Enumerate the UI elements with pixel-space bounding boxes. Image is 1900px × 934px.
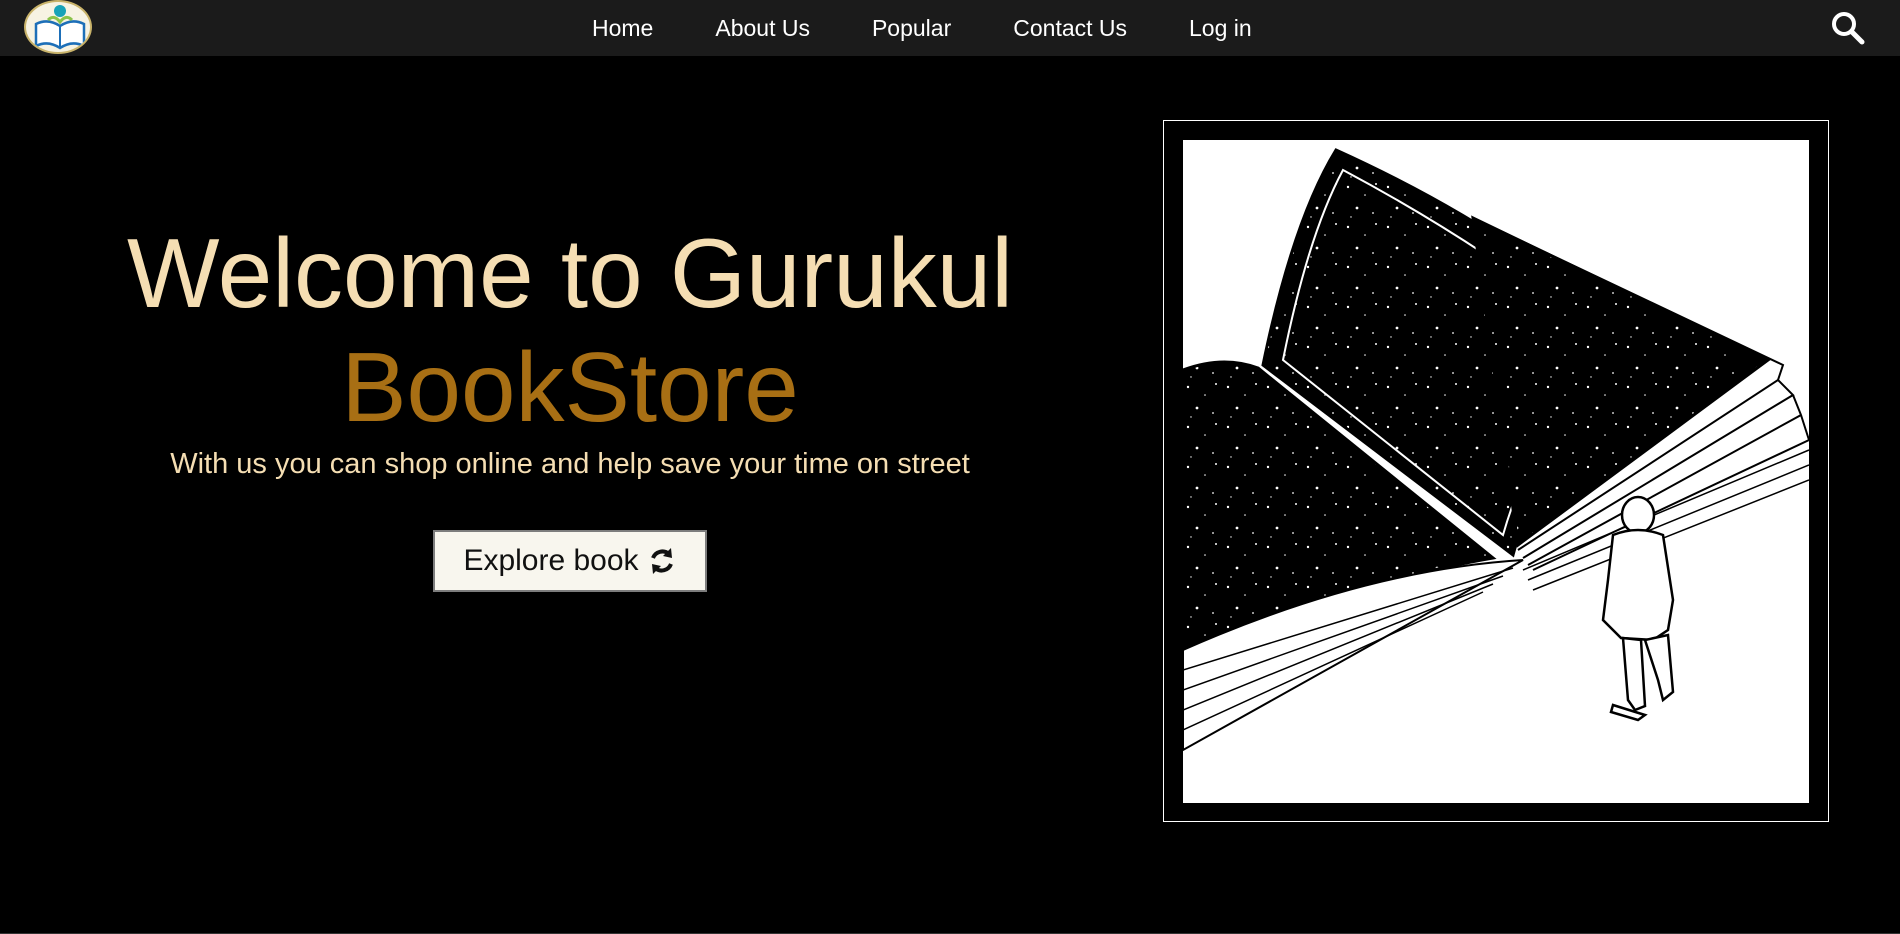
search-button[interactable]	[1828, 8, 1868, 48]
illustration-frame	[1163, 120, 1829, 822]
nav-link-about-us[interactable]: About Us	[715, 15, 810, 42]
refresh-icon	[650, 548, 673, 574]
nav-link-popular[interactable]: Popular	[872, 15, 951, 42]
hero-subtitle: With us you can shop online and help sav…	[170, 448, 970, 480]
nav-links: Home About Us Popular Contact Us Log in	[560, 0, 1314, 56]
nav-link-log-in[interactable]: Log in	[1189, 15, 1252, 42]
logo-icon[interactable]	[24, 0, 92, 54]
book-illustration	[1183, 140, 1809, 803]
explore-book-button[interactable]: Explore book	[433, 530, 707, 592]
nav-link-contact-us[interactable]: Contact Us	[1013, 15, 1127, 42]
top-navbar: Home About Us Popular Contact Us Log in	[0, 0, 1900, 56]
hero-title: Welcome to Gurukul	[127, 218, 1013, 328]
search-icon	[1832, 12, 1865, 45]
hero-title-accent: BookStore	[341, 332, 799, 442]
hero-section: Welcome to Gurukul BookStore With us you…	[0, 56, 1900, 934]
nav-link-home[interactable]: Home	[592, 15, 653, 42]
explore-book-label: Explore book	[463, 544, 639, 577]
hero-text: Welcome to Gurukul BookStore With us you…	[60, 216, 1080, 481]
